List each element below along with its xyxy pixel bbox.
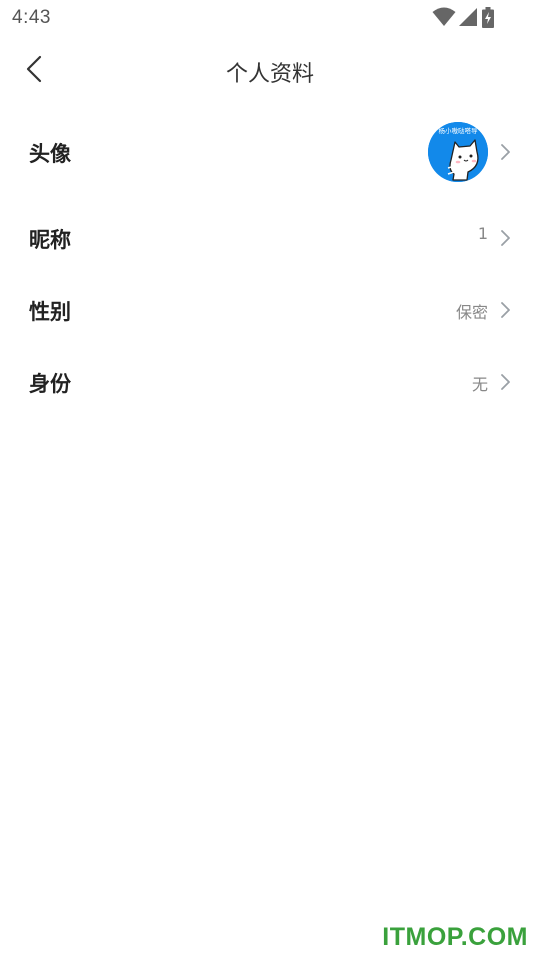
header-bar: 个人资料 [0, 38, 540, 102]
row-value-identity: 无 [471, 375, 488, 394]
cellular-signal-icon [459, 8, 477, 26]
cat-avatar-image: 杨小嗷哒嗒导 [428, 122, 488, 182]
profile-row-identity[interactable]: 身份 无 [0, 358, 540, 404]
row-label-gender: 性别 [29, 300, 71, 324]
battery-charging-icon [482, 7, 494, 28]
status-time: 4:43 [12, 7, 51, 28]
status-bar: 4:43 [0, 0, 540, 38]
site-watermark: ITMOP.COM [382, 923, 528, 951]
avatar: 杨小嗷哒嗒导 [428, 122, 488, 182]
profile-row-nickname[interactable]: 昵称 1 [0, 214, 540, 260]
page-title: 个人资料 [225, 62, 314, 87]
profile-screen: 4:43 个人资料 头像 杨小嗷哒嗒导 昵称 1 性别 保密 身份 无 ITMO… [0, 0, 540, 960]
row-label-avatar: 头像 [29, 142, 71, 166]
row-label-identity: 身份 [29, 372, 71, 396]
row-label-nickname: 昵称 [29, 228, 71, 252]
avatar-caption: 杨小嗷哒嗒导 [439, 126, 479, 135]
profile-row-gender[interactable]: 性别 保密 [0, 286, 540, 332]
profile-row-avatar[interactable]: 头像 杨小嗷哒嗒导 [0, 122, 540, 184]
chevron-right-icon [501, 230, 510, 246]
wifi-icon [432, 7, 456, 26]
chevron-right-icon [501, 374, 510, 390]
chevron-right-icon [501, 144, 510, 160]
chevron-right-icon [501, 302, 510, 318]
row-value-nickname: 1 [477, 224, 488, 243]
row-value-gender: 保密 [455, 303, 488, 322]
status-icons [432, 7, 502, 29]
